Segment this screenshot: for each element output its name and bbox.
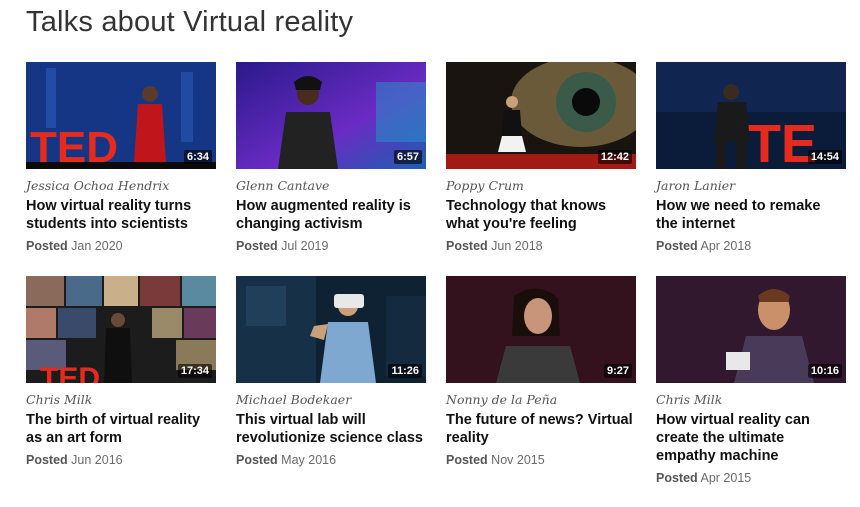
posted-date: Posted Jul 2019 [236,239,426,253]
duration-badge: 6:34 [183,150,212,164]
talk-card[interactable]: 12:42 Poppy Crum Technology that knows w… [446,62,636,276]
svg-text:TE: TE [748,114,817,169]
posted-date-value: Jun 2016 [71,453,123,467]
posted-date-value: Jan 2020 [71,239,123,253]
speaker-name: Glenn Cantave [236,178,330,193]
duration-badge: 6:57 [393,150,422,164]
talk-title[interactable]: The birth of virtual reality as an art f… [26,411,216,447]
talk-title[interactable]: How virtual reality can create the ultim… [656,411,846,465]
talk-thumbnail[interactable]: TE 14:54 [656,62,846,169]
posted-date-value: May 2016 [281,453,337,467]
talk-thumbnail[interactable]: TED 17:34 [26,276,216,383]
talk-card[interactable]: 9:27 Nonny de la Peña The future of news… [446,276,636,490]
posted-label: Posted [656,239,698,253]
posted-date: Posted Apr 2018 [656,239,846,253]
talk-thumbnail[interactable]: 6:57 [236,62,426,169]
talk-card[interactable]: 10:16 Chris Milk How virtual reality can… [656,276,846,490]
talk-thumbnail[interactable]: 11:26 [236,276,426,383]
posted-label: Posted [656,471,698,485]
duration-badge: 11:26 [388,364,422,378]
page-title: Talks about Virtual reality [26,6,354,38]
talk-card[interactable]: TED 6:34 Jessica Ochoa Hendrix How virtu… [26,62,216,276]
talk-title[interactable]: The future of news? Virtual reality [446,411,636,447]
posted-label: Posted [26,453,68,467]
posted-date: Posted May 2016 [236,453,426,467]
posted-date: Posted Jun 2016 [26,453,216,467]
posted-date: Posted Nov 2015 [446,453,636,467]
talk-thumbnail[interactable]: 12:42 [446,62,636,169]
posted-date-value: Jul 2019 [281,239,329,253]
talk-thumbnail[interactable]: 9:27 [446,276,636,383]
posted-label: Posted [236,453,278,467]
duration-badge: 10:16 [807,364,842,378]
talk-title[interactable]: How virtual reality turns students into … [26,197,216,233]
posted-date-value: Jun 2018 [491,239,543,253]
posted-date: Posted Jan 2020 [26,239,216,253]
speaker-name: Poppy Crum [446,178,524,193]
posted-date: Posted Apr 2015 [656,471,846,485]
duration-badge: 9:27 [603,364,632,378]
speaker-name: Chris Milk [26,392,93,407]
talk-card[interactable]: TED 17:34 Chris Milk The birth of virtua… [26,276,216,490]
talk-thumbnail[interactable]: 10:16 [656,276,846,383]
speaker-name: Jaron Lanier [656,178,736,193]
talk-card[interactable]: 6:57 Glenn Cantave How augmented reality… [236,62,426,276]
talk-title[interactable]: This virtual lab will revolutionize scie… [236,411,426,447]
talk-title[interactable]: How augmented reality is changing activi… [236,197,426,233]
posted-label: Posted [26,239,68,253]
talk-card[interactable]: TE 14:54 Jaron Lanier How we need to rem… [656,62,846,276]
speaker-name: Jessica Ochoa Hendrix [26,178,170,193]
svg-text:TED: TED [40,362,100,383]
duration-badge: 17:34 [177,364,212,378]
posted-label: Posted [446,453,488,467]
talk-title[interactable]: Technology that knows what you're feelin… [446,197,636,233]
posted-label: Posted [236,239,278,253]
talk-title[interactable]: How we need to remake the internet [656,197,846,233]
speaker-name: Chris Milk [656,392,723,407]
posted-date-value: Nov 2015 [491,453,545,467]
posted-date-value: Apr 2018 [700,239,752,253]
talk-grid: TED 6:34 Jessica Ochoa Hendrix How virtu… [26,62,846,490]
duration-badge: 12:42 [597,150,632,164]
talk-card[interactable]: 11:26 Michael Bodekaer This virtual lab … [236,276,426,490]
duration-badge: 14:54 [807,150,842,164]
posted-date: Posted Jun 2018 [446,239,636,253]
posted-date-value: Apr 2015 [700,471,752,485]
speaker-name: Michael Bodekaer [236,392,352,407]
posted-label: Posted [446,239,488,253]
speaker-name: Nonny de la Peña [446,392,558,407]
talk-thumbnail[interactable]: TED 6:34 [26,62,216,169]
page: Talks about Virtual reality TED 6:34 Jes… [0,0,860,507]
